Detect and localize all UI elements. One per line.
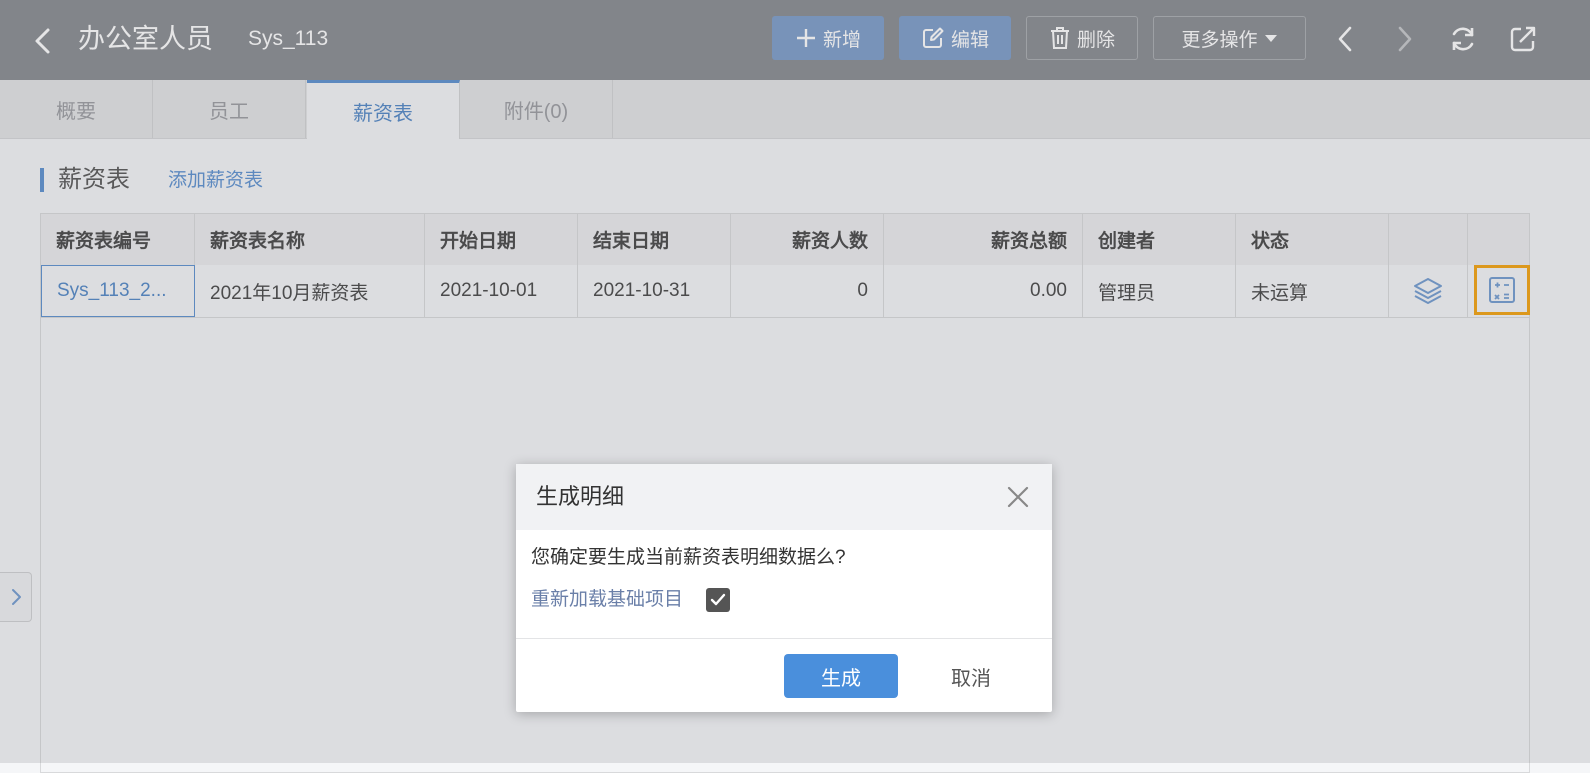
cancel-button[interactable]: 取消 [921,654,1021,698]
dialog-divider [516,638,1052,639]
dialog-title: 生成明细 [536,484,625,509]
generate-button[interactable]: 生成 [784,654,898,698]
reload-base-items-checkbox[interactable] [706,588,730,612]
dialog-message: 您确定要生成当前薪资表明细数据么? [531,547,846,568]
close-icon[interactable] [1004,483,1032,511]
reload-base-items-label[interactable]: 重新加载基础项目 [531,586,683,614]
generate-detail-dialog: 生成明细 您确定要生成当前薪资表明细数据么? 重新加载基础项目 生成 取消 [516,464,1052,712]
checkmark-icon [710,593,726,606]
dialog-header: 生成明细 [516,464,1052,530]
